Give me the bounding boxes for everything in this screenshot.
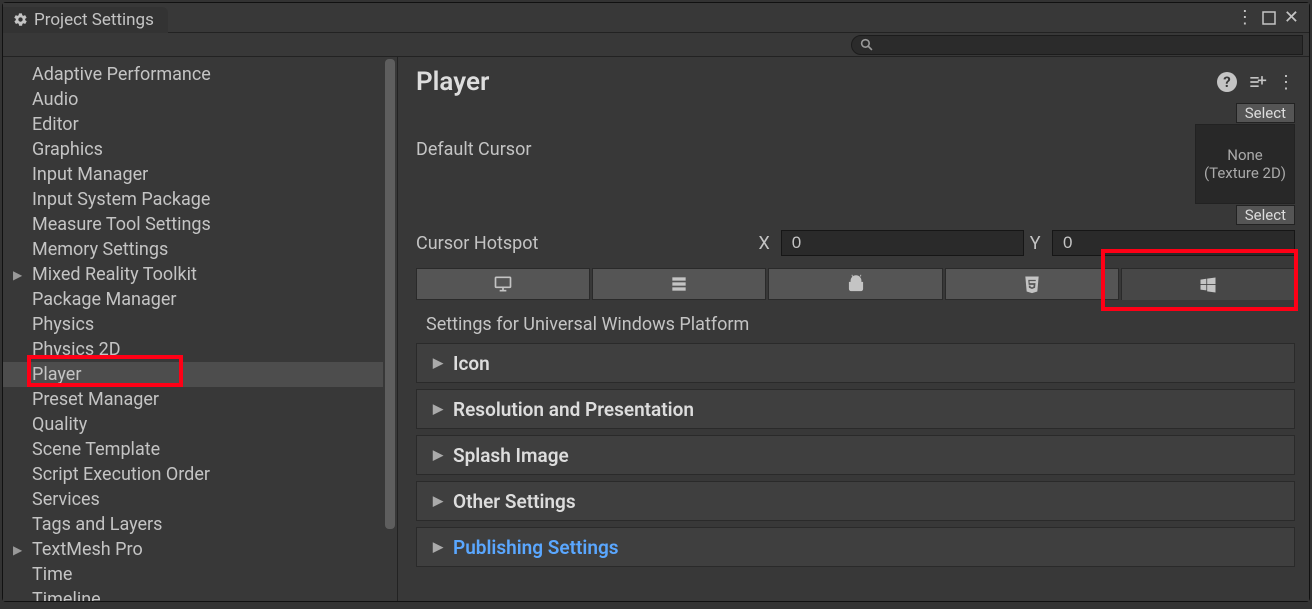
- server-icon: [669, 274, 689, 294]
- x-input[interactable]: [781, 230, 1024, 256]
- x-label: X: [759, 233, 775, 254]
- sidebar-item-preset-manager[interactable]: Preset Manager: [3, 387, 383, 412]
- android-icon: [846, 274, 866, 294]
- section-splash-image[interactable]: ▶Splash Image: [416, 435, 1295, 475]
- sidebar-item-physics-2d[interactable]: Physics 2D: [3, 337, 383, 362]
- body: Adaptive Performance Audio Editor Graphi…: [3, 57, 1309, 601]
- maximize-icon[interactable]: [1262, 11, 1276, 25]
- expand-icon: ▶: [13, 543, 22, 557]
- sidebar-item-scene-template[interactable]: Scene Template: [3, 437, 383, 462]
- sidebar-scrollbar[interactable]: [383, 57, 397, 601]
- sidebar-item-editor[interactable]: Editor: [3, 112, 383, 137]
- chevron-right-icon: ▶: [433, 448, 443, 463]
- section-icon[interactable]: ▶Icon: [416, 343, 1295, 383]
- sidebar-list: Adaptive Performance Audio Editor Graphi…: [3, 57, 383, 601]
- sidebar-item-quality[interactable]: Quality: [3, 412, 383, 437]
- search-icon: [860, 38, 873, 51]
- sidebar-item-input-manager[interactable]: Input Manager: [3, 162, 383, 187]
- menu-icon[interactable]: ⋮: [1236, 7, 1254, 28]
- content: Player ? ⋮ Select None (Texture 2D) Sele…: [398, 57, 1309, 601]
- monitor-icon: [493, 274, 513, 294]
- sidebar-item-tags-and-layers[interactable]: Tags and Layers: [3, 512, 383, 537]
- gear-icon: [13, 12, 28, 27]
- preset-icon[interactable]: [1247, 72, 1267, 92]
- sidebar-item-script-execution-order[interactable]: Script Execution Order: [3, 462, 383, 487]
- y-label: Y: [1030, 233, 1046, 254]
- settings-caption: Settings for Universal Windows Platform: [426, 314, 1295, 335]
- chevron-right-icon: ▶: [433, 402, 443, 417]
- texture-type-label: (Texture 2D): [1204, 164, 1286, 182]
- default-cursor-label: Default Cursor: [416, 139, 776, 160]
- project-settings-window: Project Settings ⋮ ✕ Adaptive Performanc…: [2, 2, 1310, 602]
- sidebar-item-graphics[interactable]: Graphics: [3, 137, 383, 162]
- sidebar-item-textmesh-pro[interactable]: ▶TextMesh Pro: [3, 537, 383, 562]
- html5-icon: [1022, 274, 1042, 294]
- sidebar: Adaptive Performance Audio Editor Graphi…: [3, 57, 398, 601]
- sidebar-item-measure-tool-settings[interactable]: Measure Tool Settings: [3, 212, 383, 237]
- search-input[interactable]: [851, 35, 1303, 55]
- scrollbar-thumb[interactable]: [385, 59, 395, 529]
- platform-tab-html5[interactable]: [945, 268, 1119, 300]
- section-other-settings[interactable]: ▶Other Settings: [416, 481, 1295, 521]
- texture-none-label: None: [1227, 146, 1263, 164]
- close-icon[interactable]: ✕: [1284, 7, 1299, 28]
- search-row: [3, 33, 1309, 57]
- chevron-right-icon: ▶: [433, 540, 443, 555]
- default-cursor-row: Default Cursor: [416, 139, 1295, 160]
- tab-project-settings[interactable]: Project Settings: [3, 7, 168, 33]
- chevron-right-icon: ▶: [433, 356, 443, 371]
- platform-tab-android[interactable]: [768, 268, 942, 300]
- chevron-right-icon: ▶: [433, 494, 443, 509]
- section-resolution[interactable]: ▶Resolution and Presentation: [416, 389, 1295, 429]
- sidebar-item-memory-settings[interactable]: Memory Settings: [3, 237, 383, 262]
- sidebar-item-timeline[interactable]: Timeline: [3, 587, 383, 601]
- sidebar-item-player[interactable]: Player: [3, 362, 383, 387]
- sidebar-item-time[interactable]: Time: [3, 562, 383, 587]
- sidebar-item-physics[interactable]: Physics: [3, 312, 383, 337]
- platform-tab-server[interactable]: [592, 268, 766, 300]
- page-title: Player: [416, 67, 489, 97]
- select-button-top[interactable]: Select: [1236, 103, 1295, 123]
- sidebar-item-adaptive-performance[interactable]: Adaptive Performance: [3, 62, 383, 87]
- sidebar-item-services[interactable]: Services: [3, 487, 383, 512]
- tab-label: Project Settings: [34, 10, 154, 30]
- object-picker: Select None (Texture 2D) Select: [1195, 103, 1295, 225]
- sidebar-item-mixed-reality-toolkit[interactable]: ▶Mixed Reality Toolkit: [3, 262, 383, 287]
- expand-icon: ▶: [13, 268, 22, 282]
- sidebar-item-package-manager[interactable]: Package Manager: [3, 287, 383, 312]
- section-publishing-settings[interactable]: ▶Publishing Settings: [416, 527, 1295, 567]
- menu-icon[interactable]: ⋮: [1277, 72, 1295, 93]
- sidebar-item-audio[interactable]: Audio: [3, 87, 383, 112]
- content-header: Player ? ⋮: [416, 67, 1295, 97]
- help-icon[interactable]: ?: [1217, 72, 1237, 92]
- platform-tabs: [416, 268, 1295, 300]
- titlebar: Project Settings ⋮ ✕: [3, 3, 1309, 33]
- platform-tab-desktop[interactable]: [416, 268, 590, 300]
- select-button-bottom[interactable]: Select: [1236, 205, 1295, 225]
- titlebar-controls: ⋮ ✕: [1236, 7, 1309, 28]
- highlight-windows-tab: [1101, 249, 1298, 311]
- texture-slot[interactable]: None (Texture 2D): [1195, 124, 1295, 204]
- sidebar-item-input-system-package[interactable]: Input System Package: [3, 187, 383, 212]
- cursor-hotspot-label: Cursor Hotspot: [416, 233, 753, 254]
